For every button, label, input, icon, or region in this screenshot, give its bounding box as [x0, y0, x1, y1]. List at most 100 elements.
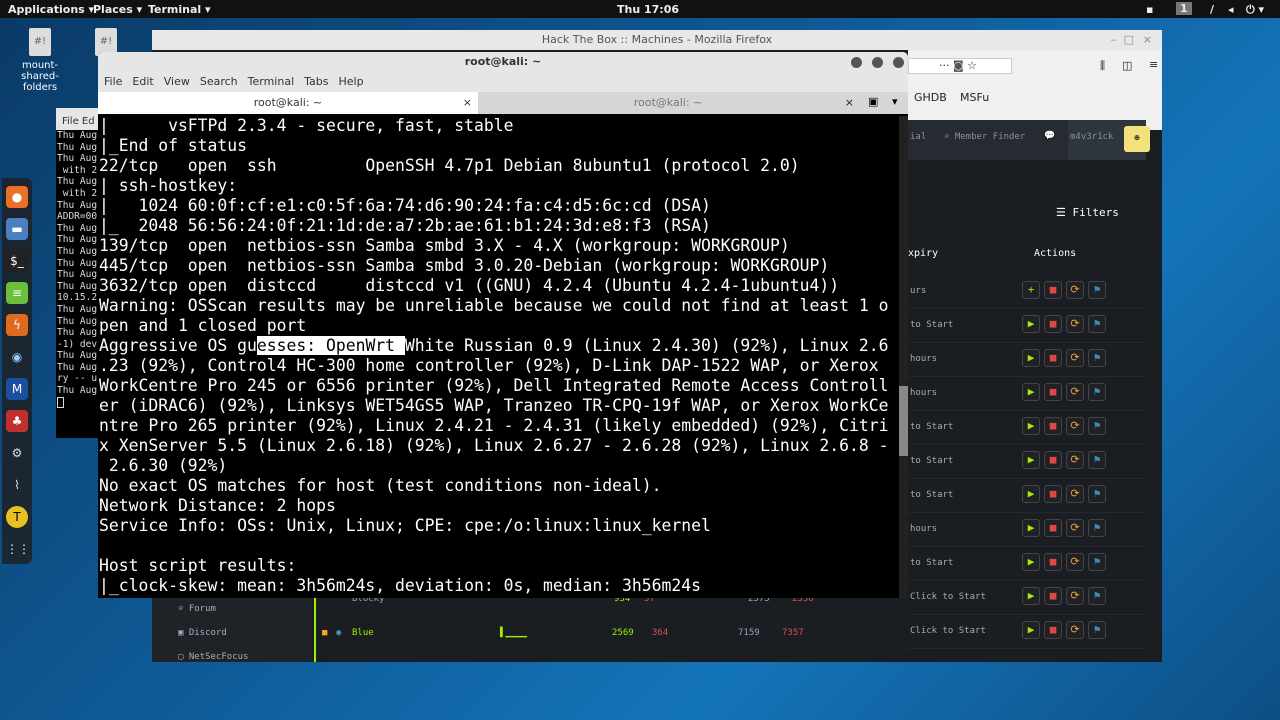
close-button[interactable]: ×	[1143, 30, 1152, 50]
reset-button[interactable]: ⟳	[1066, 349, 1084, 367]
burpsuite-icon[interactable]: ϟ	[6, 314, 28, 336]
chat-icon[interactable]: 💬	[1044, 131, 1055, 141]
stop-button[interactable]: ■	[1044, 281, 1062, 299]
url-bar-actions[interactable]: ··· ◙ ☆	[908, 58, 1012, 74]
flag-button[interactable]: ⚑	[1088, 417, 1106, 435]
minimize-button[interactable]: –	[1111, 30, 1117, 50]
metasploit-icon[interactable]: M	[6, 378, 28, 400]
menu-terminal[interactable]: Terminal	[248, 75, 295, 88]
sidebar-netsecfocus[interactable]: ▢ NetSecFocus	[178, 652, 248, 662]
eye-icon[interactable]: ◉	[6, 346, 28, 368]
flag-button[interactable]: ⚑	[1088, 349, 1106, 367]
start-button[interactable]: ▶	[1022, 519, 1040, 537]
start-button[interactable]: ▶	[1022, 587, 1040, 605]
reset-button[interactable]: ⟳	[1066, 417, 1084, 435]
files-icon[interactable]: ▬	[6, 218, 28, 240]
terminal-output[interactable]: | vsFTPd 2.3.4 - secure, fast, stable |_E…	[99, 116, 898, 598]
bookmark-ghdb[interactable]: GHDB	[914, 91, 947, 104]
terminal-app-menu[interactable]: Terminal ▾	[148, 3, 211, 16]
app-grid-icon[interactable]: ⋮⋮	[6, 538, 30, 560]
flag-button[interactable]: ⚑	[1088, 383, 1106, 401]
close-tab-icon[interactable]: ×	[463, 92, 472, 114]
flag-button[interactable]: ⚑	[1088, 315, 1106, 333]
sidebar-icon[interactable]: ◫	[1122, 59, 1132, 72]
reset-button[interactable]: ⟳	[1066, 281, 1084, 299]
reset-button[interactable]: ⟳	[1066, 587, 1084, 605]
stop-button[interactable]: ■	[1044, 621, 1062, 639]
stop-button[interactable]: ■	[1044, 587, 1062, 605]
menu-file[interactable]: File	[104, 75, 122, 88]
nav-member-finder[interactable]: ⌕ Member Finder	[944, 132, 1025, 142]
expiry-status[interactable]: to Start	[910, 422, 953, 432]
start-button[interactable]: ▶	[1022, 621, 1040, 639]
tab-inactive[interactable]: root@kali: ~ ×	[478, 92, 858, 114]
stop-button[interactable]: ■	[1044, 553, 1062, 571]
stop-button[interactable]: ■	[1044, 485, 1062, 503]
faraday-icon[interactable]: ⚙	[6, 442, 28, 464]
maximize-button[interactable]	[872, 57, 883, 68]
close-button[interactable]	[893, 57, 904, 68]
workspace-indicator[interactable]: 1	[1176, 2, 1192, 15]
expiry-status[interactable]: hours	[910, 354, 937, 364]
reset-button[interactable]: ⟳	[1066, 621, 1084, 639]
expiry-status[interactable]: to Start	[910, 456, 953, 466]
hamburger-menu-icon[interactable]: ≡	[1149, 58, 1158, 71]
expiry-status[interactable]: hours	[910, 388, 937, 398]
wifi-icon[interactable]: ⌇	[6, 474, 28, 496]
nav-tutorial[interactable]: ial	[910, 132, 926, 142]
cherrytree-icon[interactable]: ♣	[6, 410, 28, 432]
expiry-status[interactable]: Click to Start	[910, 592, 986, 602]
flag-button[interactable]: ⚑	[1088, 621, 1106, 639]
reset-button[interactable]: ⟳	[1066, 451, 1084, 469]
start-button[interactable]: ▶	[1022, 553, 1040, 571]
menu-search[interactable]: Search	[200, 75, 238, 88]
expiry-status[interactable]: hours	[910, 524, 937, 534]
stop-button[interactable]: ■	[1044, 417, 1062, 435]
notes-icon[interactable]: ≡	[6, 282, 28, 304]
desktop-icon-mount-shared-folders[interactable]: #! mount-shared-folders	[5, 28, 75, 93]
tabs-dropdown-icon[interactable]: ▾	[892, 95, 898, 108]
sidebar-discord[interactable]: ▣ Discord	[178, 628, 227, 638]
clock[interactable]: Thu 17:06	[617, 3, 679, 16]
start-button[interactable]: ▶	[1022, 485, 1040, 503]
applications-menu[interactable]: Applications ▾	[8, 3, 94, 16]
flag-button[interactable]: ⚑	[1088, 519, 1106, 537]
places-menu[interactable]: Places ▾	[93, 3, 142, 16]
new-tab-icon[interactable]: ▣	[868, 95, 878, 108]
stop-button[interactable]: ■	[1044, 519, 1062, 537]
expiry-status[interactable]: to Start	[910, 558, 953, 568]
avatar[interactable]: ☻	[1124, 126, 1150, 152]
sidebar-forum[interactable]: ⌕ Forum	[178, 604, 216, 614]
tool-icon[interactable]: T	[6, 506, 28, 528]
star-icon[interactable]: ☆	[967, 59, 977, 72]
firefox-icon[interactable]: ●	[6, 186, 28, 208]
minimize-button[interactable]	[851, 57, 862, 68]
flag-button[interactable]: ⚑	[1088, 281, 1106, 299]
stop-button[interactable]: ■	[1044, 349, 1062, 367]
terminal-icon[interactable]: $_	[6, 250, 28, 272]
stop-button[interactable]: ■	[1044, 315, 1062, 333]
stop-button[interactable]: ■	[1044, 383, 1062, 401]
tab-active[interactable]: root@kali: ~ ×	[98, 92, 478, 114]
flag-button[interactable]: ⚑	[1088, 485, 1106, 503]
start-button[interactable]: ▶	[1022, 383, 1040, 401]
flag-button[interactable]: ⚑	[1088, 451, 1106, 469]
expiry-status[interactable]: Click to Start	[910, 626, 986, 636]
filters-button[interactable]: ☰ Filters	[1056, 206, 1119, 219]
expiry-status[interactable]: to Start	[910, 320, 953, 330]
scrollbar[interactable]	[899, 116, 908, 598]
maximize-button[interactable]: □	[1124, 30, 1134, 50]
reset-button[interactable]: ⟳	[1066, 553, 1084, 571]
reset-button[interactable]: ⟳	[1066, 383, 1084, 401]
reset-button[interactable]: ⟳	[1066, 315, 1084, 333]
machine-name[interactable]: Blue	[352, 628, 374, 638]
library-icon[interactable]: ⫼	[1100, 59, 1105, 73]
flag-button[interactable]: ⚑	[1088, 553, 1106, 571]
reset-button[interactable]: ⟳	[1066, 519, 1084, 537]
expiry-status[interactable]: urs	[910, 286, 926, 296]
more-icon[interactable]: ···	[939, 59, 953, 72]
menu-edit[interactable]: Edit	[132, 75, 153, 88]
pocket-icon[interactable]: ◙	[953, 59, 967, 72]
reset-button[interactable]: ⟳	[1066, 485, 1084, 503]
menu-help[interactable]: Help	[339, 75, 364, 88]
